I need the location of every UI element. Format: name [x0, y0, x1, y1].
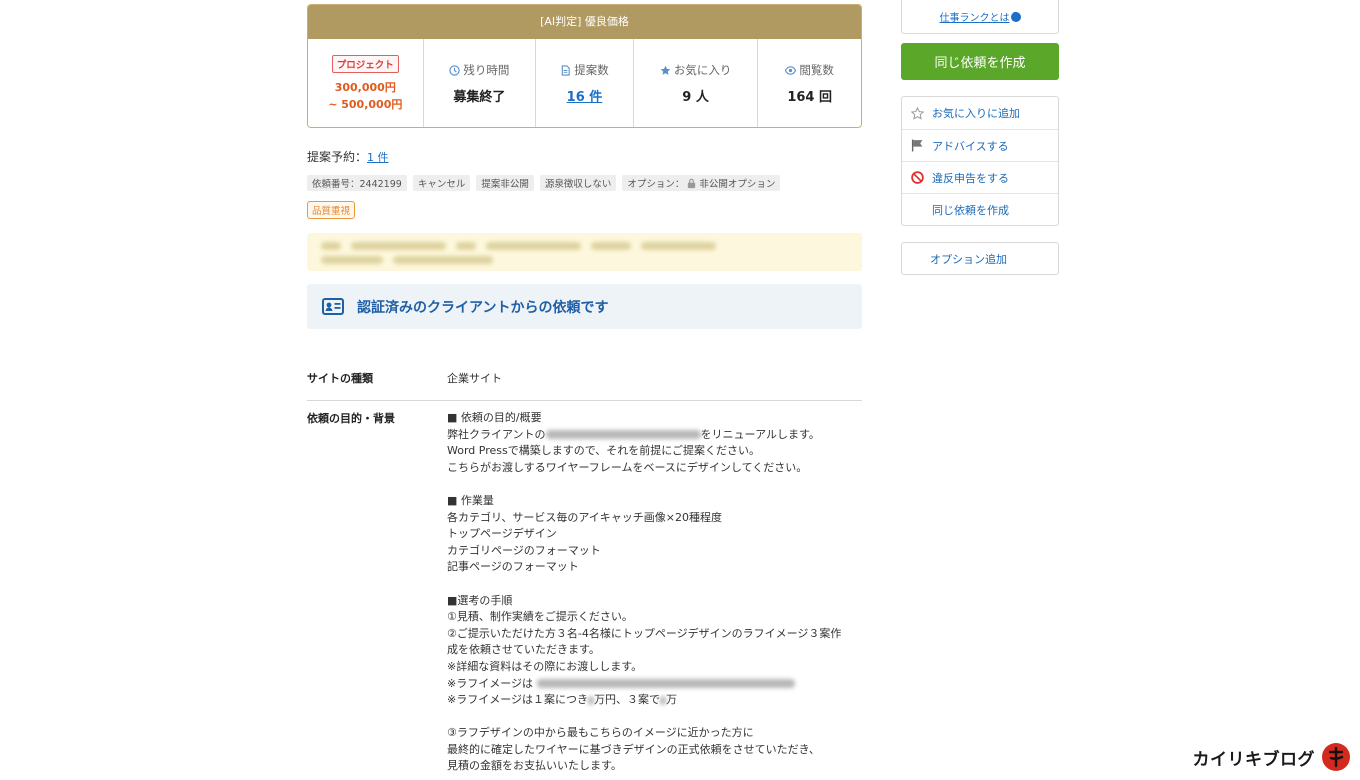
- desc-line: カテゴリページのフォーマット: [447, 543, 601, 557]
- desc-line: 記事ページのフォーマット: [447, 560, 579, 574]
- proposals-cell: 提案数 16 件: [535, 39, 633, 127]
- budget-min: 300,000円: [334, 80, 396, 94]
- cancel-tag: キャンセル: [412, 175, 471, 191]
- verified-client-banner: 認証済みのクライアントからの依頼です: [307, 284, 862, 329]
- views-value: 164 回: [787, 90, 832, 105]
- job-rank-link[interactable]: 仕事ランクとは: [940, 9, 1010, 24]
- desc-line: ①見積、制作実績をご提示ください。: [447, 610, 633, 624]
- watermark-logo-icon: [1322, 743, 1350, 771]
- eye-icon: [785, 65, 797, 75]
- proposal-reservation: 提案予約：1 件: [307, 148, 389, 165]
- main-column: [AI判定] 優良価格 プロジェクト 300,000円 ~ 500,000円 残…: [307, 0, 862, 772]
- desc-line: ※詳細な資料はその際にお渡しします。: [447, 659, 643, 673]
- option-tag: オプション： 非公開オプション: [622, 175, 781, 191]
- site-type-row: サイトの種類 企業サイト: [307, 370, 862, 401]
- favorites-label: お気に入り: [660, 62, 731, 78]
- site-type-value: 企業サイト: [447, 372, 502, 385]
- budget-cell: プロジェクト 300,000円 ~ 500,000円: [308, 39, 423, 127]
- redacted-text: [588, 695, 594, 705]
- desc-line: ■ 作業量: [447, 493, 494, 507]
- desc-line: ②ご提示いただけた方３名-4名様にトップページデザインのラフイメージ３案作: [447, 626, 842, 640]
- budget-max: ~ 500,000円: [328, 97, 403, 111]
- desc-line: Word Pressで構築しますので、それを前提にご提案ください。: [447, 444, 761, 458]
- redacted-text: [545, 430, 701, 440]
- job-rank-box: 仕事ランクとは?: [901, 0, 1059, 34]
- job-tags: 依頼番号：2442199 キャンセル 提案非公開 源泉徴収しない オプション： …: [307, 175, 781, 191]
- proposal-reservation-link[interactable]: 1 件: [367, 151, 389, 164]
- action-menu: お気に入りに追加 アドバイスする 違反申告をする 同じ依頼を作成: [901, 96, 1059, 226]
- job-summary-box: [AI判定] 優良価格 プロジェクト 300,000円 ~ 500,000円 残…: [307, 4, 862, 128]
- watermark-text: カイリキブログ: [1192, 749, 1315, 770]
- price-judgement-header: [AI判定] 優良価格: [308, 5, 861, 39]
- proposal-reservation-label: 提案予約：: [307, 150, 368, 164]
- advice-item[interactable]: アドバイスする: [902, 129, 1058, 161]
- add-favorite-item[interactable]: お気に入りに追加: [902, 97, 1058, 129]
- desc-line: トップページデザイン: [447, 527, 557, 541]
- report-violation-item[interactable]: 違反申告をする: [902, 161, 1058, 193]
- desc-line: こちらがお渡しするワイヤーフレームをベースにデザインしてください。: [447, 460, 808, 474]
- desc-line: 最終的に確定したワイヤーに基づきデザインの正式依頼をさせていただき、: [447, 742, 820, 756]
- desc-line: 各カテゴリ、サービス毎のアイキャッチ画像×20種程度: [447, 510, 723, 524]
- clock-icon: [449, 64, 461, 76]
- purpose-label: 依頼の目的・背景: [307, 412, 395, 425]
- request-number-tag: 依頼番号：2442199: [307, 175, 407, 191]
- document-icon: [561, 64, 570, 76]
- star-icon: [660, 65, 671, 75]
- redacted-notice-box: [307, 233, 862, 271]
- favorites-cell: お気に入り 9 人: [632, 39, 758, 127]
- lock-icon: [688, 178, 696, 188]
- create-same-request-item[interactable]: 同じ依頼を作成: [902, 193, 1058, 225]
- desc-line: ③ラフデザインの中から最もこちらのイメージに近かった方に: [447, 726, 754, 740]
- verified-client-text: 認証済みのクライアントからの依頼です: [357, 299, 609, 316]
- proposals-label: 提案数: [560, 62, 609, 78]
- star-outline-icon: [910, 106, 924, 120]
- quality-tag: 品質重視: [307, 201, 356, 219]
- desc-line: ■選考の手順: [447, 593, 513, 607]
- summary-cells: プロジェクト 300,000円 ~ 500,000円 残り時間 募集終了 提案数: [308, 39, 861, 127]
- desc-line: 弊社クライアントの をリニューアルします。: [447, 427, 820, 441]
- purpose-description: ■ 依頼の目的/概要 弊社クライアントの をリニューアルします。 Word Pre…: [447, 410, 862, 775]
- prohibited-icon: [910, 171, 924, 185]
- remaining-time-value: 募集終了: [453, 90, 506, 105]
- remaining-time-cell: 残り時間 募集終了: [422, 39, 536, 127]
- redacted-text: [536, 679, 795, 688]
- redacted-text: [660, 695, 666, 705]
- proposals-count-link[interactable]: 16 件: [567, 86, 603, 105]
- desc-line: 成を依頼させていただきます。: [447, 643, 600, 657]
- redacted-row: [321, 240, 848, 252]
- create-same-request-button[interactable]: 同じ依頼を作成: [901, 43, 1059, 80]
- sidebar: 仕事ランクとは? 同じ依頼を作成 お気に入りに追加 アドバイスする 違反申告をす…: [901, 0, 1059, 275]
- remaining-time-label: 残り時間: [449, 62, 509, 78]
- id-card-icon: [322, 298, 344, 315]
- desc-line: ※ラフイメージは: [447, 676, 862, 693]
- budget-range: 300,000円 ~ 500,000円: [328, 79, 402, 113]
- blog-watermark: カイリキブログ: [1193, 742, 1352, 772]
- views-label: 閲覧数: [785, 62, 834, 78]
- question-icon[interactable]: ?: [1010, 11, 1021, 22]
- add-option-button[interactable]: オプション追加: [901, 242, 1059, 275]
- project-tag: プロジェクト: [331, 54, 399, 73]
- views-cell: 閲覧数 164 回: [757, 39, 861, 127]
- desc-line: ■ 依頼の目的/概要: [447, 411, 542, 424]
- flag-icon: [910, 139, 924, 153]
- favorites-value: 9 人: [682, 90, 709, 105]
- no-withholding-tag: 源泉徴収しない: [539, 175, 617, 191]
- desc-line: ※ラフイメージは１案につき 万円、３案で万: [447, 693, 677, 707]
- desc-line: 見積の金額をお支払いいたします。: [447, 759, 622, 773]
- site-type-label: サイトの種類: [307, 372, 373, 385]
- redacted-row: [321, 254, 848, 266]
- private-proposal-tag: 提案非公開: [476, 175, 534, 191]
